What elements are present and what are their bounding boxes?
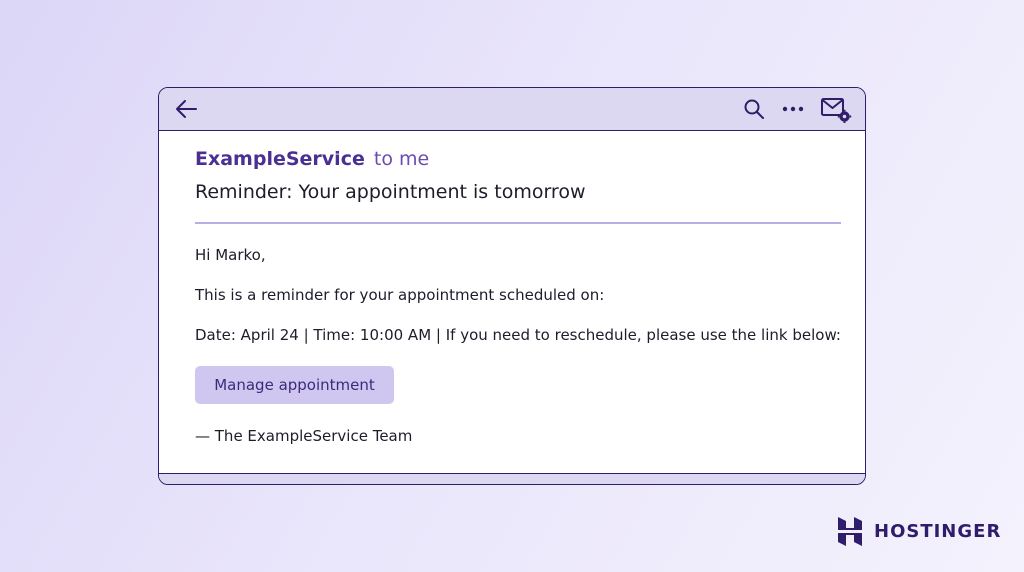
email-intro: This is a reminder for your appointment … (195, 286, 605, 304)
brand-logo: HOSTINGER (836, 515, 1001, 548)
back-arrow-icon[interactable] (173, 97, 199, 121)
brand-name: HOSTINGER (874, 521, 1002, 542)
hostinger-logo-icon (838, 517, 862, 546)
mail-settings-icon[interactable] (820, 96, 852, 123)
email-signature: — The ExampleService Team (195, 427, 413, 445)
email-toolbar (159, 88, 865, 131)
email-subject: Reminder: Your appointment is tomorrow (195, 181, 586, 203)
sender-name[interactable]: ExampleService (195, 148, 365, 170)
search-icon[interactable] (743, 98, 765, 120)
email-footer-bar (159, 473, 865, 484)
more-options-icon[interactable] (781, 98, 805, 120)
recipient-label[interactable]: to me (374, 148, 429, 170)
email-greeting: Hi Marko, (195, 246, 266, 264)
appointment-details: Date: April 24 | Time: 10:00 AM | If you… (195, 326, 841, 344)
from-line: ExampleService to me (195, 148, 429, 170)
email-window: ExampleService to me Reminder: Your appo… (158, 87, 866, 485)
manage-appointment-button[interactable]: Manage appointment (195, 366, 394, 404)
header-divider (195, 222, 841, 224)
